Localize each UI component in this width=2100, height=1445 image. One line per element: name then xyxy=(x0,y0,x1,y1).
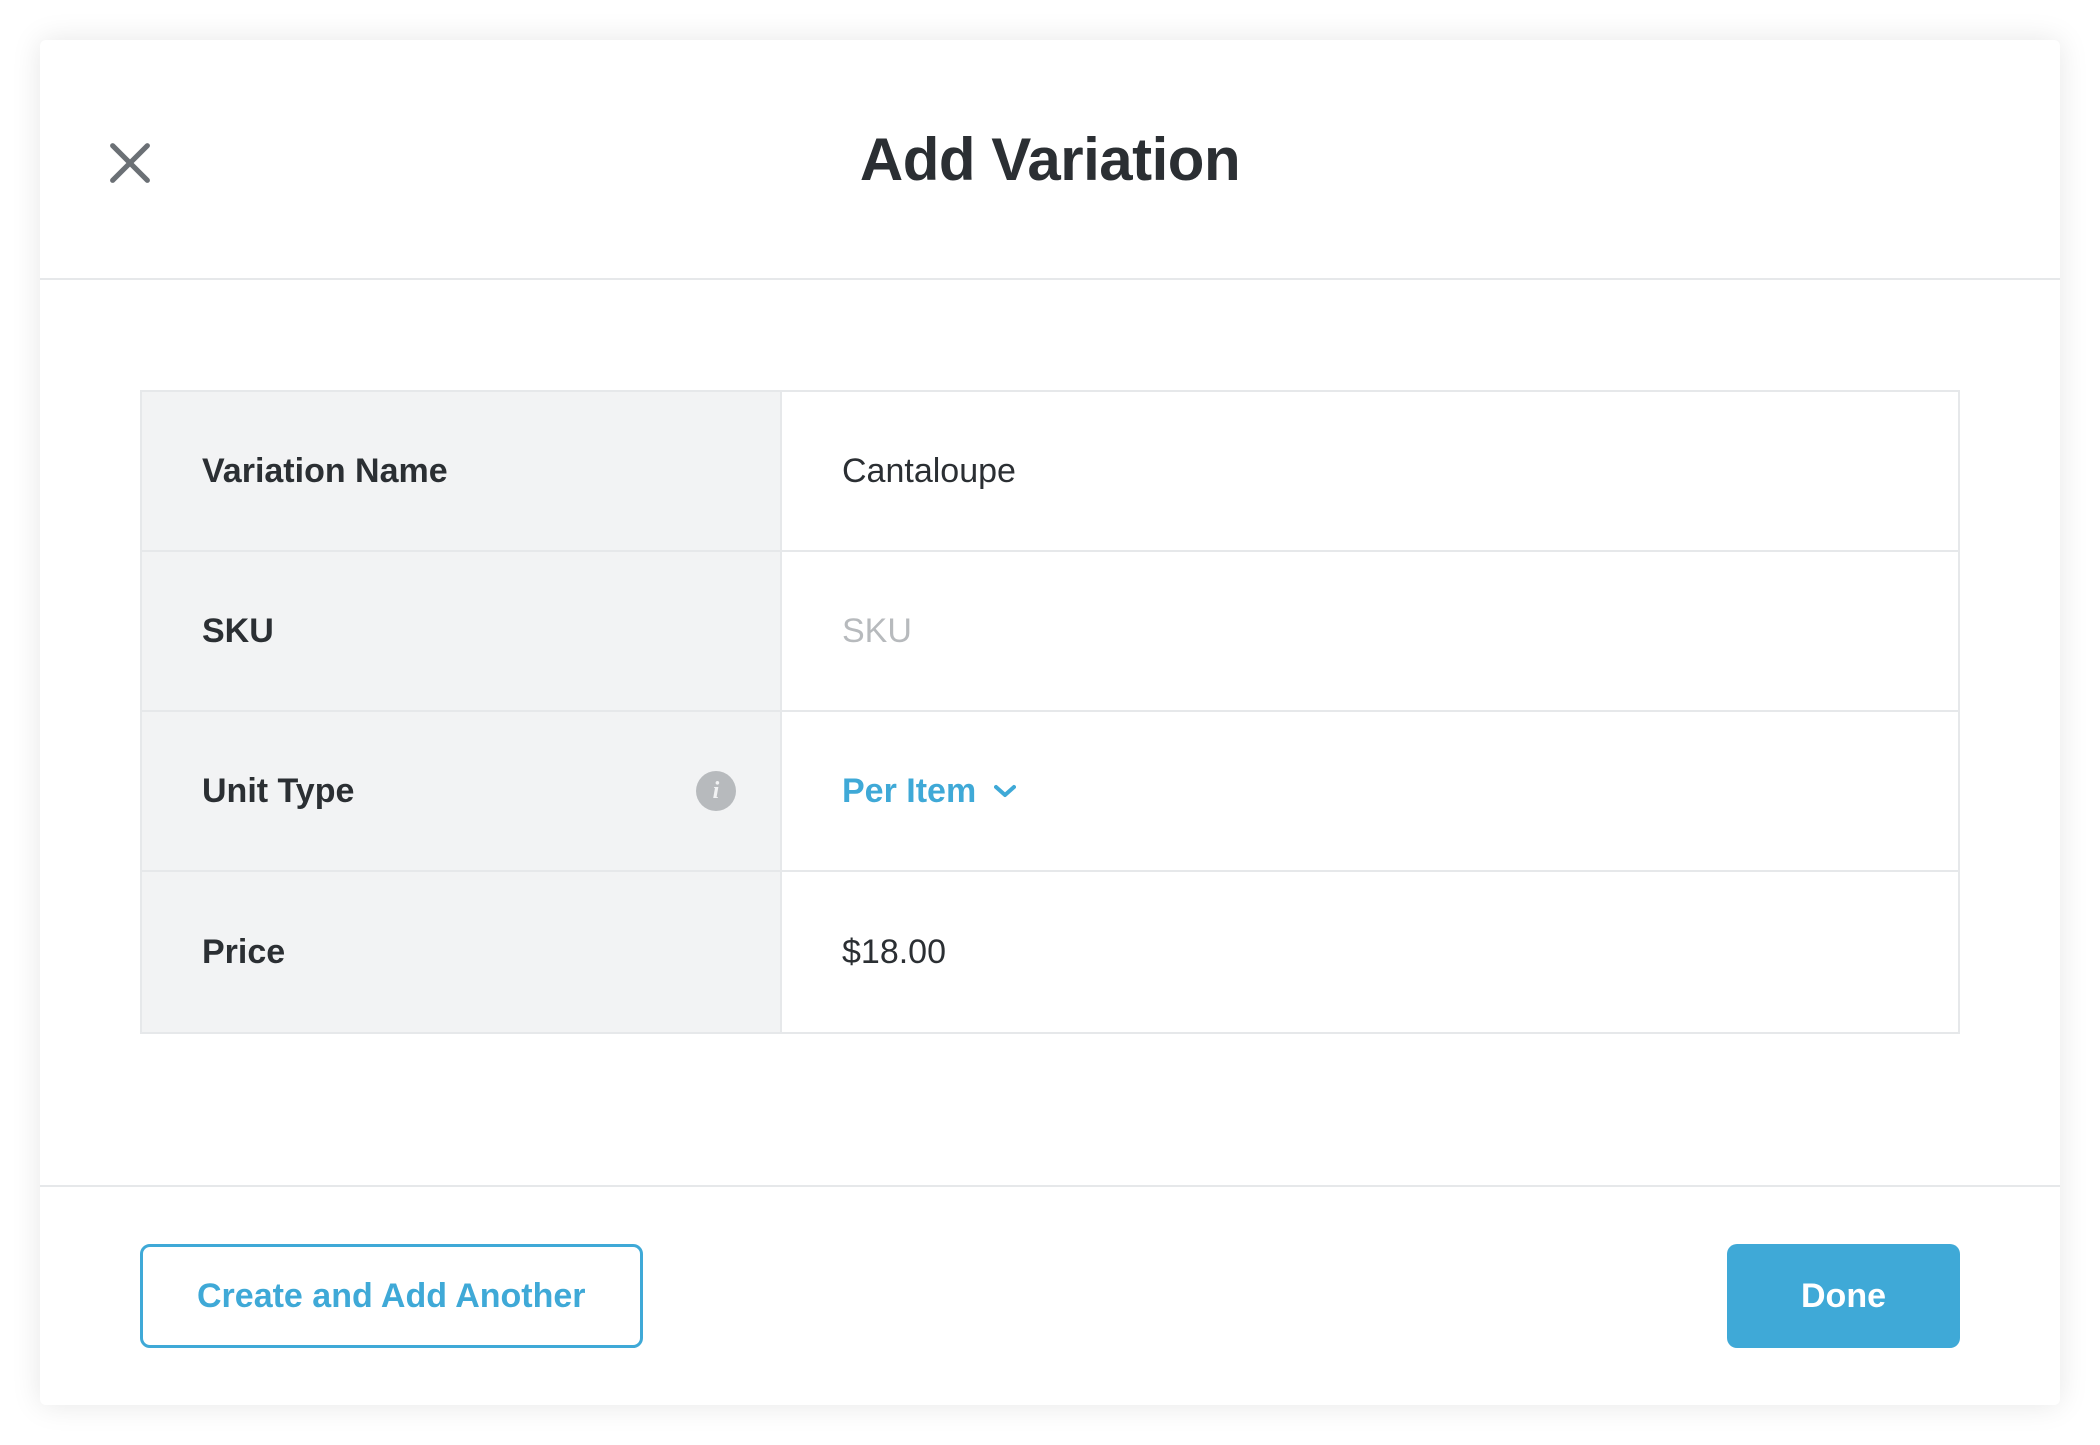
variation-name-label: Variation Name xyxy=(202,452,448,491)
unit-type-row: Unit Type i Per Item xyxy=(142,712,1958,872)
unit-type-value-cell: Per Item xyxy=(782,712,1958,870)
sku-label: SKU xyxy=(202,612,274,651)
sku-label-cell: SKU xyxy=(142,552,782,710)
modal-body: Variation Name SKU Unit Type i xyxy=(40,280,2060,1185)
price-label: Price xyxy=(202,933,285,972)
unit-type-dropdown[interactable]: Per Item xyxy=(842,772,1016,811)
variation-form: Variation Name SKU Unit Type i xyxy=(140,390,1960,1034)
info-icon[interactable]: i xyxy=(696,771,736,811)
close-icon xyxy=(104,137,156,194)
sku-input[interactable] xyxy=(842,612,1898,651)
price-value-cell xyxy=(782,872,1958,1032)
unit-type-label: Unit Type xyxy=(202,772,354,811)
variation-name-input[interactable] xyxy=(842,452,1898,491)
variation-name-row: Variation Name xyxy=(142,392,1958,552)
create-and-add-another-button[interactable]: Create and Add Another xyxy=(140,1244,643,1348)
modal-footer: Create and Add Another Done xyxy=(40,1185,2060,1405)
variation-name-label-cell: Variation Name xyxy=(142,392,782,550)
sku-value-cell xyxy=(782,552,1958,710)
modal-header: Add Variation xyxy=(40,40,2060,280)
modal-title: Add Variation xyxy=(860,125,1240,194)
price-input[interactable] xyxy=(842,933,1898,972)
price-label-cell: Price xyxy=(142,872,782,1032)
unit-type-label-cell: Unit Type i xyxy=(142,712,782,870)
variation-name-value-cell xyxy=(782,392,1958,550)
add-variation-modal: Add Variation Variation Name SKU xyxy=(40,40,2060,1405)
close-button[interactable] xyxy=(100,135,160,195)
chevron-down-icon xyxy=(994,780,1016,802)
done-button[interactable]: Done xyxy=(1727,1244,1960,1348)
sku-row: SKU xyxy=(142,552,1958,712)
price-row: Price xyxy=(142,872,1958,1032)
unit-type-selected: Per Item xyxy=(842,772,976,811)
